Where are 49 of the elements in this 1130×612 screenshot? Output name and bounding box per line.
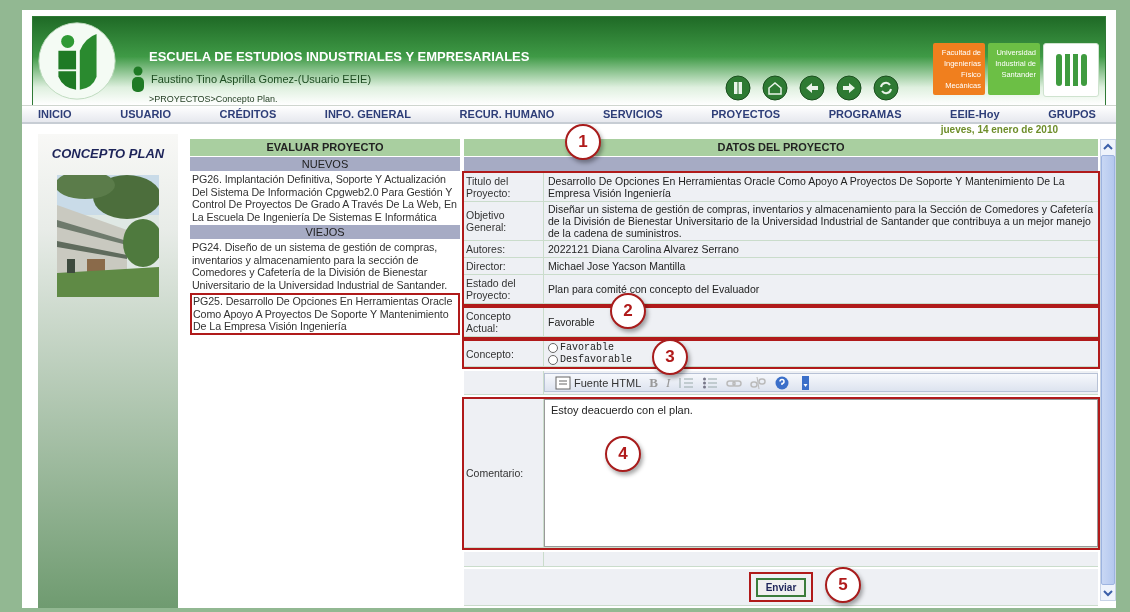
project-item[interactable]: PG25. Desarrollo De Opciones En Herramientas Oracle Como Apoyo A Proyectos De Soporte Y Mantenimiento De La Empresa Visión Ingeniería bbox=[190, 293, 460, 335]
field-label: Autores: bbox=[464, 241, 544, 257]
submit-button[interactable]: Enviar bbox=[755, 578, 807, 597]
radio-label: Desfavorable bbox=[560, 354, 632, 365]
sidebar-title: CONCEPTO PLAN bbox=[51, 146, 165, 161]
nav-link[interactable]: SERVICIOS bbox=[602, 108, 663, 120]
field-value: 2022121 Diana Carolina Alvarez Serrano bbox=[548, 243, 739, 255]
nav-link[interactable]: INICIO bbox=[38, 108, 72, 120]
bullet-list-icon[interactable] bbox=[702, 375, 719, 390]
refresh-icon[interactable] bbox=[873, 75, 899, 101]
school-title: ESCUELA DE ESTUDIOS INDUSTRIALES Y EMPRESARIALES bbox=[149, 49, 531, 64]
source-button[interactable]: Fuente HTML bbox=[555, 375, 642, 390]
radio-button[interactable] bbox=[548, 354, 558, 365]
breadcrumb[interactable]: >PROYECTOS>Concepto Plan. bbox=[149, 94, 725, 104]
user-name: Faustino Tino Asprilla Gomez-(Usuario EEIE) bbox=[151, 73, 372, 85]
document-icon bbox=[555, 375, 571, 390]
nav-link[interactable]: GRUPOS bbox=[1048, 108, 1096, 120]
project-item[interactable]: PG26. Implantación Definitiva, Soporte Y Actualización Del Sistema De Información Cpgweb2.0 Para Gestión Y Control De Proyectos De Grado A Través De La Web, En La Escuela De Ingeniería De Sistemas E Informática bbox=[190, 172, 460, 224]
nav-link[interactable]: PROGRAMAS bbox=[828, 108, 902, 120]
field-value: Plan para comité con concepto del Evaluador bbox=[548, 283, 760, 295]
field-value: Michael Jose Yacson Mantilla bbox=[548, 260, 686, 272]
field-value: Desarrollo De Opciones En Herramientas Oracle Como Apoyo A Proyectos De Soporte Y Mantenimiento De La Empresa Visión Ingeniería bbox=[548, 175, 1066, 199]
field-label: Concepto Actual: bbox=[464, 308, 544, 336]
field-value: Diseñar un sistema de gestión de compras, inventarios y almacenamiento para la Sección de Comedores y Cafetería de la División de Bienestar Universitario de la Universidad Industrial de Santander que contribuya a un mejor manejo de la cadena de suministros. bbox=[548, 203, 1094, 239]
help-icon[interactable] bbox=[774, 375, 791, 390]
university-logo[interactable] bbox=[1043, 43, 1099, 97]
panel-header: EVALUAR PROYECTO bbox=[190, 139, 460, 156]
forward-icon[interactable] bbox=[836, 75, 862, 101]
radio-label: Favorable bbox=[560, 342, 614, 353]
home-icon[interactable] bbox=[762, 75, 788, 101]
nav-link[interactable]: INFO. GENERAL bbox=[324, 108, 411, 120]
section-header: NUEVOS bbox=[190, 157, 460, 171]
nav-link[interactable]: USUARIO bbox=[120, 108, 171, 120]
scrollbar[interactable] bbox=[1100, 139, 1116, 601]
nav-link[interactable]: PROYECTOS bbox=[711, 108, 781, 120]
back-icon[interactable] bbox=[799, 75, 825, 101]
field-label: Concepto: bbox=[464, 341, 544, 366]
date-text: jueves, 14 enero de 2010 bbox=[940, 124, 1058, 136]
nav-link[interactable]: RECUR. HUMANO bbox=[459, 108, 555, 120]
nav-link[interactable]: EEIE-Hoy bbox=[950, 108, 1000, 120]
section-header: VIEJOS bbox=[190, 225, 460, 239]
nav-link[interactable]: CRÉDITOS bbox=[219, 108, 277, 120]
field-label: Director: bbox=[464, 258, 544, 274]
field-label: Titulo del Proyecto: bbox=[464, 173, 544, 201]
field-value: Favorable bbox=[548, 316, 595, 328]
radio-button[interactable] bbox=[548, 342, 558, 353]
user-icon bbox=[131, 66, 145, 92]
field-label: Objetivo General: bbox=[464, 202, 544, 240]
field-label: Estado del Proyecto: bbox=[464, 275, 544, 303]
